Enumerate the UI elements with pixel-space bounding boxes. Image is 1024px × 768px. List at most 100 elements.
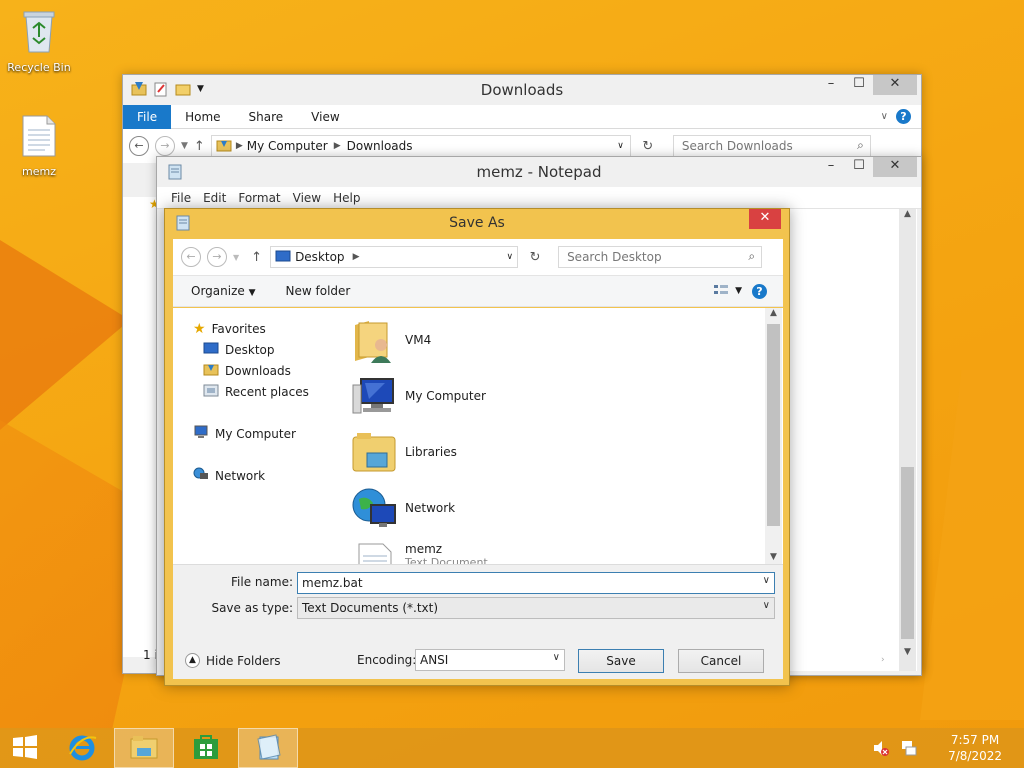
address-bar[interactable]: ▶ My Computer ▶ Downloads ∨ (210, 135, 631, 157)
tab-share[interactable]: Share (235, 105, 298, 129)
menu-format[interactable]: Format (232, 191, 286, 205)
favorites-star-icon: ★ (193, 320, 206, 337)
chevron-down-icon[interactable]: ∨ (506, 252, 513, 262)
file-name-value: memz.bat (302, 576, 363, 590)
help-icon[interactable]: ? (896, 109, 911, 124)
search-placeholder: Search Downloads (681, 139, 793, 153)
breadcrumb-desktop[interactable]: Desktop (295, 250, 345, 264)
encoding-select[interactable]: ANSI ∨ (415, 649, 565, 671)
address-bar[interactable]: Desktop ▶ ∨ (270, 246, 519, 268)
maximize-button[interactable]: ☐ (845, 75, 873, 95)
hide-folders-label: Hide Folders (206, 653, 281, 668)
taskbar-notepad[interactable] (238, 728, 298, 768)
file-name-input[interactable]: memz.bat ∨ (297, 572, 775, 594)
tree-item-my-computer[interactable]: My Computer (193, 423, 345, 444)
breadcrumb-my-computer[interactable]: My Computer (247, 139, 328, 153)
chevron-down-icon[interactable]: ∨ (881, 111, 888, 122)
desktop-background-shape (920, 370, 1024, 720)
hide-folders-button[interactable]: ▲ Hide Folders (185, 653, 281, 668)
menu-edit[interactable]: Edit (197, 191, 232, 205)
network-icon (351, 485, 397, 531)
volume-muted-icon[interactable] (872, 739, 890, 760)
list-item[interactable]: VM4 (351, 312, 783, 368)
view-options-button[interactable]: ▼ (713, 284, 742, 299)
refresh-icon[interactable]: ↻ (524, 250, 546, 265)
chevron-down-icon[interactable]: ∨ (617, 141, 624, 151)
text-file-icon (351, 542, 397, 564)
computer-icon (351, 373, 397, 419)
menu-view[interactable]: View (287, 191, 327, 205)
clock-time: 7:57 PM (950, 733, 1000, 747)
tree-item-downloads[interactable]: Downloads (193, 360, 345, 381)
windows-logo-icon (12, 734, 38, 763)
breadcrumb-separator: ▶ (333, 141, 341, 151)
recent-locations-icon[interactable]: ▼ (233, 253, 239, 262)
new-folder-button[interactable]: New folder (286, 284, 351, 298)
save-type-select[interactable]: Text Documents (*.txt) ∨ (297, 597, 775, 619)
list-item[interactable]: My Computer (351, 368, 783, 424)
search-input[interactable]: Search Desktop ⌕ (558, 246, 763, 268)
search-input[interactable]: Search Downloads ⌕ (672, 135, 871, 157)
taskbar-internet-explorer[interactable] (52, 728, 112, 768)
scroll-down-icon[interactable]: ▼ (899, 647, 916, 657)
forward-button[interactable]: → (155, 136, 175, 156)
list-item[interactable]: Network (351, 480, 783, 536)
encoding-label: Encoding: (357, 653, 417, 667)
forward-button[interactable]: → (207, 247, 227, 267)
save-as-titlebar[interactable]: Save As ✕ (165, 209, 789, 237)
list-item[interactable]: Libraries (351, 424, 783, 480)
tree-favorites[interactable]: ★ Favorites (193, 318, 345, 339)
notepad-titlebar[interactable]: memz - Notepad – ☐ ✕ (157, 157, 921, 187)
scrollbar-thumb[interactable] (901, 467, 914, 639)
scrollbar-thumb[interactable] (767, 324, 780, 526)
refresh-icon[interactable]: ↻ (637, 139, 659, 154)
up-arrow-icon[interactable]: ↑ (251, 250, 262, 265)
up-arrow-icon[interactable]: ↑ (194, 139, 205, 154)
tree-item-desktop[interactable]: Desktop (193, 339, 345, 360)
minimize-button[interactable]: – (817, 75, 845, 95)
taskbar-file-explorer[interactable] (114, 728, 174, 768)
close-button[interactable]: ✕ (873, 157, 917, 177)
save-type-label: Save as type: (211, 601, 293, 615)
close-button[interactable]: ✕ (873, 75, 917, 95)
back-button[interactable]: ← (181, 247, 201, 267)
scroll-up-icon[interactable]: ▲ (765, 308, 782, 318)
save-button[interactable]: Save (578, 649, 664, 673)
tab-home[interactable]: Home (171, 105, 234, 129)
tab-file[interactable]: File (123, 104, 172, 129)
tree-item-network[interactable]: Network (193, 465, 345, 486)
organize-button[interactable]: Organize ▼ (191, 284, 256, 298)
menu-file[interactable]: File (165, 191, 197, 205)
notepad-vertical-scrollbar[interactable]: ▲ ▼ (899, 209, 916, 671)
close-button[interactable]: ✕ (749, 209, 781, 229)
file-list-scrollbar[interactable]: ▲ ▼ (765, 308, 782, 564)
chevron-up-icon: ▲ (185, 653, 200, 668)
internet-explorer-icon (67, 732, 97, 765)
recent-locations-icon[interactable]: ▼ (181, 141, 188, 151)
scroll-up-icon[interactable]: ▲ (899, 209, 916, 219)
scroll-right-icon[interactable]: › (881, 655, 885, 665)
user-folder-icon (351, 317, 397, 363)
breadcrumb-downloads[interactable]: Downloads (347, 139, 413, 153)
start-button[interactable] (0, 728, 50, 768)
tree-label: Recent places (225, 384, 309, 399)
tree-item-recent-places[interactable]: Recent places (193, 381, 345, 402)
tab-view[interactable]: View (297, 105, 353, 129)
chevron-down-icon: ∨ (552, 652, 560, 663)
list-item[interactable]: memz Text Document (351, 536, 783, 564)
desktop-icon-recycle-bin[interactable]: Recycle Bin (2, 6, 76, 74)
chevron-down-icon[interactable]: ∨ (763, 575, 770, 586)
clock[interactable]: 7:57 PM 7/8/2022 (948, 732, 1002, 764)
scroll-down-icon[interactable]: ▼ (765, 552, 782, 562)
cancel-button[interactable]: Cancel (678, 649, 764, 673)
chevron-down-icon: ∨ (762, 600, 770, 611)
back-button[interactable]: ← (129, 136, 149, 156)
minimize-button[interactable]: – (817, 157, 845, 177)
maximize-button[interactable]: ☐ (845, 157, 873, 177)
desktop-icon-memz[interactable]: memz (2, 114, 76, 178)
help-icon[interactable]: ? (752, 283, 767, 299)
network-status-icon[interactable] (900, 739, 918, 760)
menu-help[interactable]: Help (327, 191, 366, 205)
explorer-titlebar[interactable]: ▼ Downloads – ☐ ✕ (123, 75, 921, 105)
taskbar-store[interactable] (176, 728, 236, 768)
